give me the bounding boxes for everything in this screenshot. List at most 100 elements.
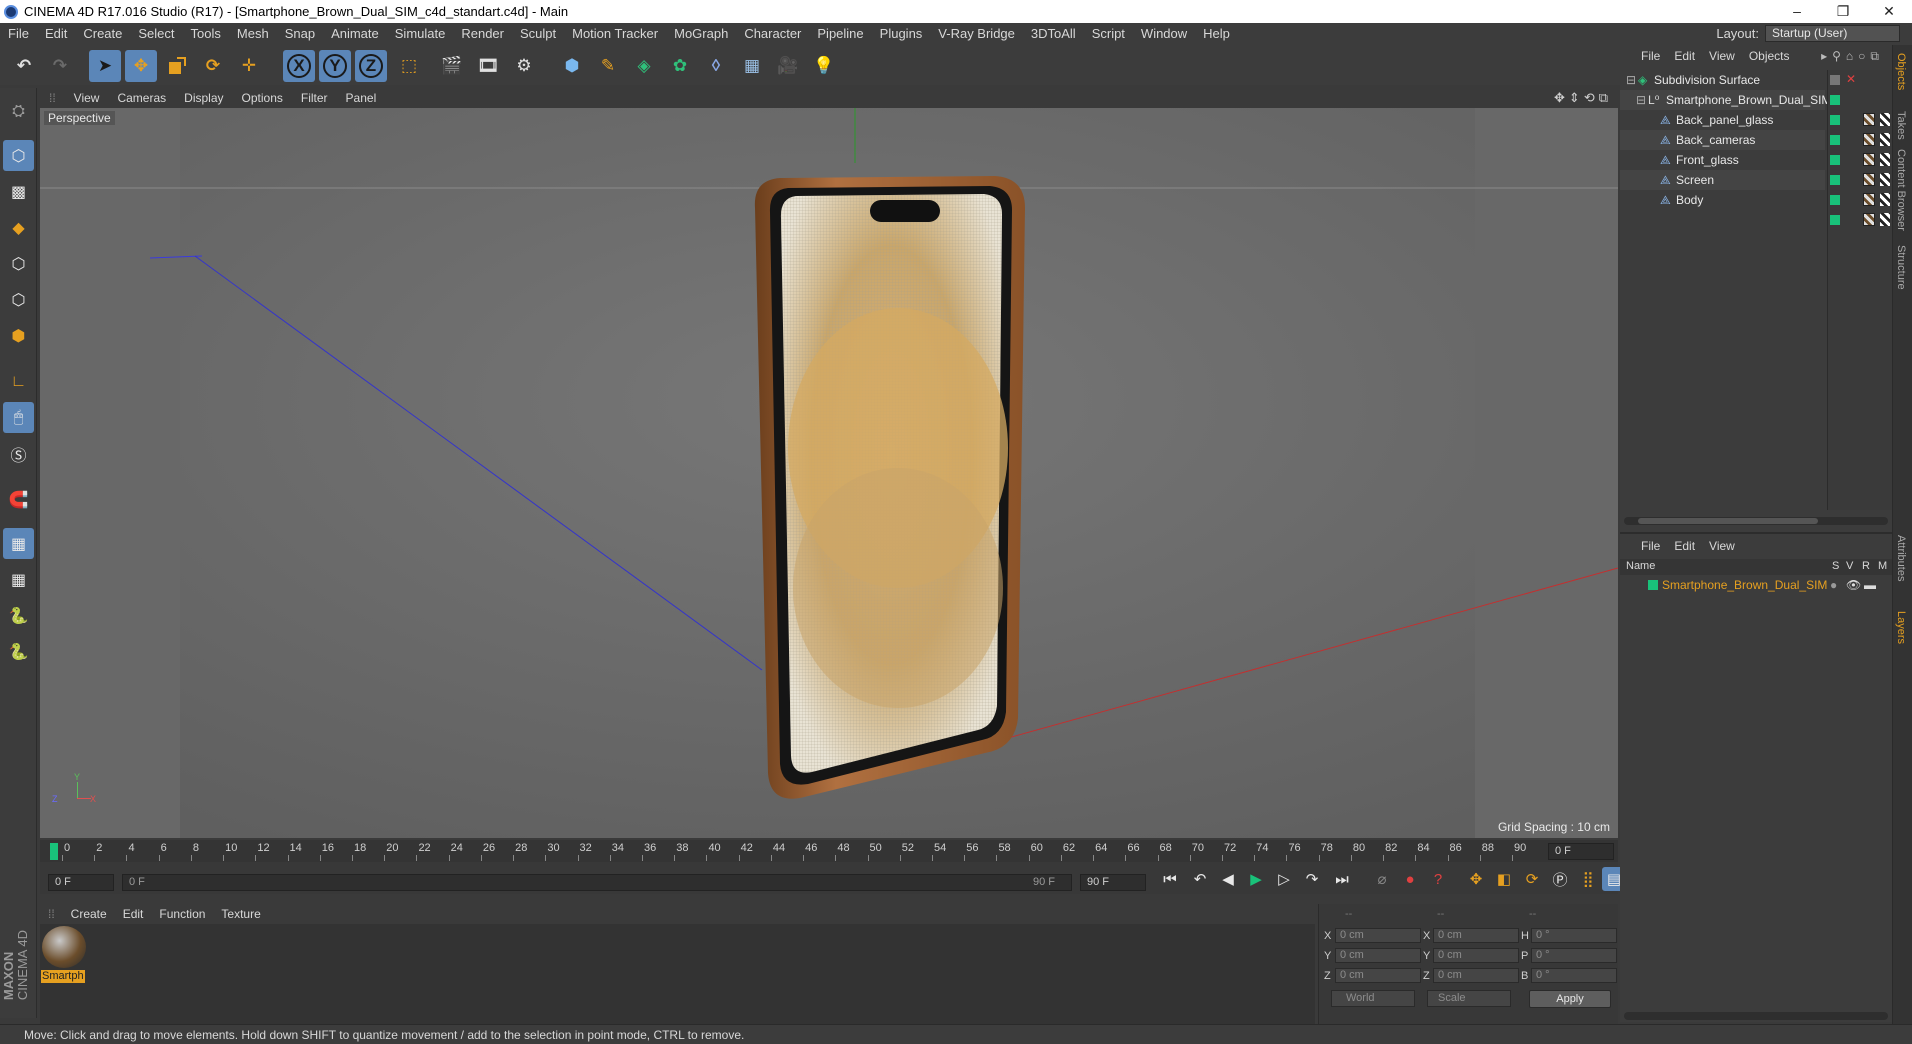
axis-mode-icon[interactable]: ∟ — [3, 366, 34, 397]
layer-check[interactable] — [1830, 135, 1840, 145]
object-row-screen[interactable]: ⟁ Screen — [1620, 170, 1825, 190]
camera-icon[interactable]: 🎥 — [772, 50, 804, 82]
viewport-menu-view[interactable]: View — [65, 91, 109, 105]
pos-z-field[interactable]: 0 cm — [1335, 968, 1421, 983]
object-menu-objects[interactable]: Objects — [1742, 49, 1797, 63]
menu-simulate[interactable]: Simulate — [387, 23, 454, 45]
rot-h-field[interactable]: 0 ° — [1531, 928, 1617, 943]
tab-attributes[interactable]: Attributes — [1895, 535, 1907, 581]
material-tag-icon[interactable] — [1863, 213, 1875, 226]
material-menu-function[interactable]: Function — [151, 907, 213, 921]
layer-menu-view[interactable]: View — [1702, 539, 1742, 553]
object-manager-search-icons[interactable]: ▸⚲⌂○⧉ — [1821, 49, 1884, 64]
layer-color-swatch[interactable] — [1648, 580, 1658, 590]
array-generator-icon[interactable]: ✿ — [664, 50, 696, 82]
close-button[interactable]: ✕ — [1866, 0, 1912, 23]
timeline-playhead[interactable] — [50, 843, 58, 860]
object-menu-view[interactable]: View — [1702, 49, 1742, 63]
layer-menu-file[interactable]: File — [1634, 539, 1667, 553]
menu-create[interactable]: Create — [75, 23, 130, 45]
material-tag-icon[interactable] — [1863, 173, 1875, 186]
recent-tool-icon[interactable]: ✛ — [233, 50, 265, 82]
select-arrow-icon[interactable]: ➤ — [89, 50, 121, 82]
deformer-icon[interactable]: ◊ — [700, 50, 732, 82]
model-mode-icon[interactable]: ⬡ — [3, 140, 34, 171]
viewport-menu-cameras[interactable]: Cameras — [108, 91, 175, 105]
apply-button[interactable]: Apply — [1529, 990, 1611, 1008]
end-frame-field[interactable]: 0 F — [1548, 843, 1614, 860]
material-thumbnail[interactable] — [42, 926, 86, 968]
menu-script[interactable]: Script — [1084, 23, 1133, 45]
viewport-menu-display[interactable]: Display — [175, 91, 232, 105]
minimize-button[interactable]: – — [1774, 0, 1820, 23]
autokey-icon[interactable]: ? — [1426, 867, 1450, 891]
record-active-icon[interactable]: ● — [1398, 867, 1422, 891]
subdivision-disabled-icon[interactable]: ✕ — [1846, 72, 1856, 86]
material-tag-icon[interactable] — [1863, 193, 1875, 206]
restore-button[interactable]: ❐ — [1820, 0, 1866, 23]
texture-tag-icon[interactable] — [1880, 133, 1890, 146]
rot-p-field[interactable]: 0 ° — [1531, 948, 1617, 963]
object-menu-file[interactable]: File — [1634, 49, 1667, 63]
material-menu-edit[interactable]: Edit — [115, 907, 152, 921]
layer-render-icon[interactable]: ▬ — [1864, 576, 1876, 594]
menu-mograph[interactable]: MoGraph — [666, 23, 736, 45]
menu-vray-bridge[interactable]: V-Ray Bridge — [930, 23, 1023, 45]
menu-snap[interactable]: Snap — [277, 23, 323, 45]
object-row-back-panel-glass[interactable]: ⟁ Back_panel_glass — [1620, 110, 1825, 130]
menu-window[interactable]: Window — [1133, 23, 1195, 45]
tweak-mode-icon[interactable]: 🖱 — [3, 402, 34, 433]
magnet-icon[interactable]: 🧲 — [3, 484, 34, 515]
layer-solo-dot[interactable]: ● — [1830, 576, 1837, 594]
viewport-menu-filter[interactable]: Filter — [292, 91, 337, 105]
key-parameter-icon[interactable]: Ⓟ — [1548, 867, 1572, 891]
rotate-tool-icon[interactable]: ⟳ — [197, 50, 229, 82]
menu-pipeline[interactable]: Pipeline — [809, 23, 871, 45]
tab-objects[interactable]: Objects — [1895, 53, 1907, 90]
z-axis-lock-button[interactable]: Z — [355, 50, 387, 82]
object-row-subdivision[interactable]: ⊟ ◈ Subdivision Surface — [1620, 70, 1825, 90]
key-pla-icon[interactable]: ⣿ — [1576, 867, 1600, 891]
viewport-menu-options[interactable]: Options — [233, 91, 292, 105]
layer-visible-icon[interactable]: 👁 — [1846, 576, 1861, 594]
make-editable-icon[interactable]: ⛭ — [3, 96, 34, 127]
layer-check[interactable] — [1830, 175, 1840, 185]
menu-animate[interactable]: Animate — [323, 23, 387, 45]
texture-tag-icon[interactable] — [1880, 213, 1890, 226]
python-script-icon-1[interactable]: 🐍 — [3, 600, 34, 631]
material-menu-texture[interactable]: Texture — [213, 907, 268, 921]
texture-tag-icon[interactable] — [1880, 173, 1890, 186]
floor-scene-icon[interactable]: ▦ — [736, 50, 768, 82]
edges-mode-icon[interactable]: ⬡ — [3, 284, 34, 315]
viewport-navigation-icons[interactable]: ✥⇕⟲⧉ — [1554, 90, 1612, 106]
move-tool-icon[interactable]: ✥ — [125, 50, 157, 82]
tab-content-browser[interactable]: Content Browser — [1895, 149, 1907, 231]
texture-mode-icon[interactable]: ▩ — [3, 176, 34, 207]
object-scroll-thumb[interactable] — [1638, 518, 1818, 524]
texture-tag-icon[interactable] — [1880, 113, 1890, 126]
tab-structure[interactable]: Structure — [1895, 245, 1907, 290]
planar-workplane-icon[interactable]: ▦ — [3, 564, 34, 595]
menu-motion-tracker[interactable]: Motion Tracker — [564, 23, 666, 45]
previous-frame-icon[interactable]: ◀ — [1216, 867, 1240, 891]
key-rotation-icon[interactable]: ⟳ — [1520, 867, 1544, 891]
polygons-mode-icon[interactable]: ⬢ — [3, 320, 34, 351]
next-frame-icon[interactable]: ▷ — [1272, 867, 1296, 891]
rot-b-field[interactable]: 0 ° — [1531, 968, 1617, 983]
record-keys-icon[interactable]: ⌀ — [1370, 867, 1394, 891]
layout-dropdown[interactable]: Startup (User) — [1765, 25, 1900, 42]
goto-end-icon[interactable]: ⏭ — [1330, 867, 1354, 891]
tab-layers[interactable]: Layers — [1895, 611, 1907, 644]
menu-character[interactable]: Character — [736, 23, 809, 45]
layer-check[interactable] — [1830, 215, 1840, 225]
python-script-icon-2[interactable]: 🐍 — [3, 636, 34, 667]
menu-plugins[interactable]: Plugins — [872, 23, 931, 45]
play-icon[interactable]: ▶ — [1244, 867, 1268, 891]
layer-check[interactable] — [1830, 195, 1840, 205]
goto-start-icon[interactable]: ⏮ — [1158, 867, 1182, 891]
workplane-mode-icon[interactable]: ◆ — [3, 212, 34, 243]
timeline-ruler[interactable]: 0 2 4 6 8 10 12 14 16 18 20 22 24 26 28 30 32 34 36 38 40 42 4… — [40, 840, 1618, 862]
object-menu-edit[interactable]: Edit — [1667, 49, 1702, 63]
object-row-front-glass[interactable]: ⟁ Front_glass — [1620, 150, 1825, 170]
object-row-smartphone[interactable]: ⊟ L⁰ Smartphone_Brown_Dual_SIM — [1620, 90, 1831, 110]
